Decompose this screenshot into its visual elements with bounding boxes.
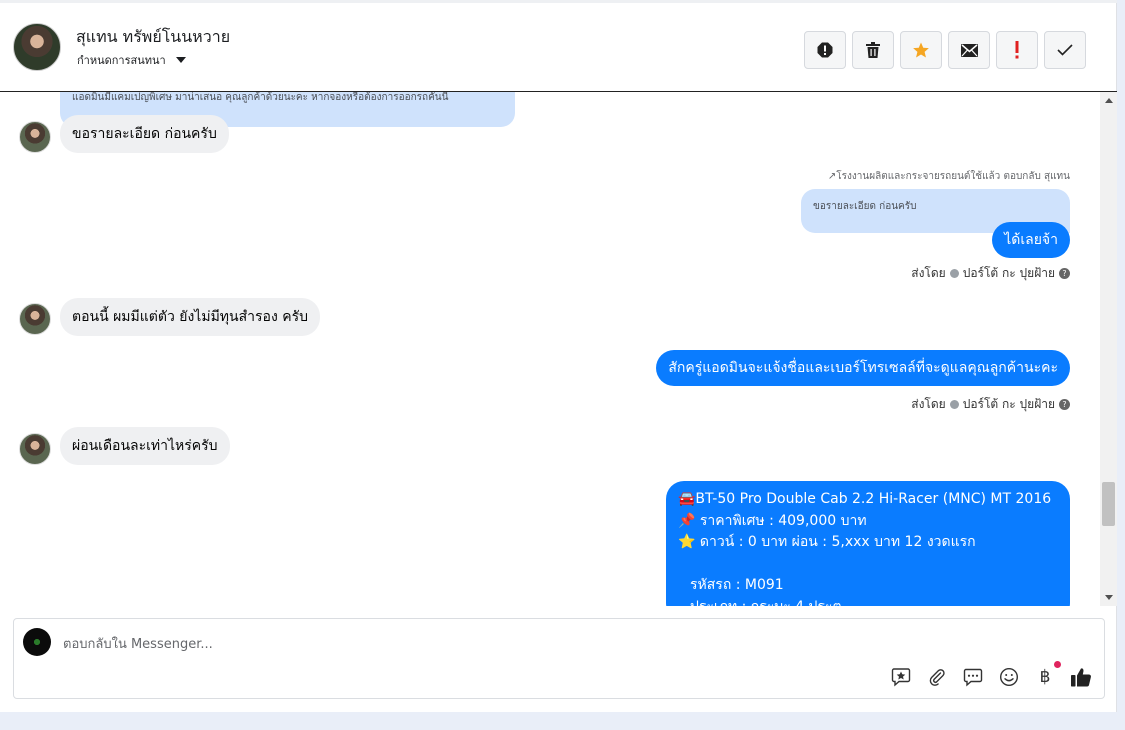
incoming-message[interactable]: ผ่อนเดือนละเท่าไหร่ครับ (60, 427, 230, 465)
mark-done-button[interactable] (1044, 31, 1086, 69)
mark-unread-button[interactable] (948, 31, 990, 69)
trash-icon (866, 42, 880, 58)
sent-by-info: ส่งโดย ปอร์โต้ กะ ปุยฝ้าย ? (911, 395, 1070, 414)
card-line-code: รหัสรถ : M091 (690, 577, 784, 593)
scroll-up-arrow-icon[interactable] (1105, 98, 1113, 103)
saved-reply-icon (891, 668, 911, 687)
outgoing-message[interactable]: ได้เลยจ้า (992, 222, 1070, 258)
help-icon[interactable]: ? (1059, 268, 1070, 279)
caret-down-icon (175, 57, 186, 63)
sent-by-label: ส่งโดย (911, 266, 946, 280)
page-avatar (23, 628, 51, 656)
done-icon (1057, 44, 1073, 56)
conversation-panel: สุแทน ทรัพย์โนนหวาย กำหนดการสนทนา แอดมิน… (0, 0, 1117, 712)
card-line-price: 📌 ราคาพิเศษ : 409,000 บาท (678, 512, 867, 529)
quoted-message-text: แอดมินมีแคมเปญพิเศษ มาน่าเสนอ คุณลูกค้าด… (72, 92, 449, 103)
card-line-down: ⭐ ดาวน์ : 0 บาท ผ่อน : 5,xxx บาท 12 งวดแ… (678, 534, 976, 550)
sender-name[interactable]: ปอร์โต้ กะ ปุยฝ้าย (963, 264, 1055, 283)
sender-avatar[interactable] (19, 303, 51, 335)
smiley-icon (999, 667, 1019, 687)
baht-icon: ฿ (1039, 667, 1051, 687)
thread-scrollbar[interactable] (1100, 92, 1117, 606)
conversation-setting-label: กำหนดการสนทนา (77, 54, 166, 67)
help-icon[interactable]: ? (1059, 399, 1070, 410)
sender-avatar-icon (949, 400, 959, 409)
sent-by-info: ส่งโดย ปอร์โต้ กะ ปุยฝ้าย ? (911, 264, 1070, 283)
star-button[interactable] (900, 31, 942, 69)
chat-bubble-icon (963, 668, 983, 687)
delete-button[interactable] (852, 31, 894, 69)
message-thread[interactable]: แอดมินมีแคมเปญพิเศษ มาน่าเสนอ คุณลูกค้าด… (0, 92, 1100, 606)
sender-name[interactable]: ปอร์โต้ กะ ปุยฝ้าย (963, 395, 1055, 414)
reply-input[interactable]: ตอบกลับใน Messenger... (63, 633, 213, 654)
sent-by-label: ส่งโดย (911, 397, 946, 411)
payment-button[interactable]: ฿ (1034, 661, 1061, 688)
incoming-message[interactable]: ตอนนี้ ผมมีแต่ตัว ยังไม่มีทุนสำรอง ครับ (60, 298, 320, 336)
spam-icon (817, 42, 833, 58)
card-line-title: 🚘BT-50 Pro Double Cab 2.2 Hi-Racer (MNC)… (678, 491, 1052, 507)
outgoing-message-card[interactable]: 🚘BT-50 Pro Double Cab 2.2 Hi-Racer (MNC)… (666, 481, 1070, 606)
like-button[interactable] (1070, 666, 1092, 688)
important-icon (1015, 41, 1019, 59)
composer-tools: ฿ (890, 661, 1092, 688)
reply-context-label: ↗โรงงานผลิตและกระจายรถยนต์ใช้แล้ว ตอบกลั… (827, 171, 1070, 182)
emoji-button[interactable] (998, 666, 1020, 688)
header-actions (804, 31, 1086, 69)
attach-file-button[interactable] (926, 666, 948, 688)
mail-icon (960, 43, 978, 57)
mark-spam-button[interactable] (804, 31, 846, 69)
thumbs-up-icon (1071, 668, 1091, 687)
scroll-down-arrow-icon[interactable] (1105, 595, 1113, 600)
quoted-message-text: ขอรายละเอียด ก่อนครับ (813, 201, 917, 212)
saved-reply-button[interactable] (890, 666, 912, 688)
incoming-message[interactable]: ขอรายละเอียด ก่อนครับ (60, 115, 229, 153)
contact-avatar[interactable] (13, 23, 61, 71)
notification-dot (1054, 661, 1061, 668)
reply-composer: ตอบกลับใน Messenger... ฿ (13, 618, 1105, 699)
contact-name[interactable]: สุแทน ทรัพย์โนนหวาย (76, 25, 230, 50)
card-line-blank (678, 554, 1058, 576)
sender-avatar-icon (949, 269, 959, 278)
star-icon (913, 42, 929, 58)
card-line-type: ประเภท : กระบะ 4 ประตู (678, 597, 1058, 607)
conversation-setting-dropdown[interactable]: กำหนดการสนทนา (77, 51, 186, 69)
outgoing-message[interactable]: สักครู่แอดมินจะแจ้งชื่อและเบอร์โทรเซลล์ท… (656, 350, 1070, 386)
sender-avatar[interactable] (19, 121, 51, 153)
sender-avatar[interactable] (19, 433, 51, 465)
conversation-header: สุแทน ทรัพย์โนนหวาย กำหนดการสนทนา (0, 0, 1117, 92)
mark-important-button[interactable] (996, 31, 1038, 69)
paperclip-icon (929, 669, 945, 686)
scroll-thumb[interactable] (1102, 482, 1115, 526)
chat-button[interactable] (962, 666, 984, 688)
